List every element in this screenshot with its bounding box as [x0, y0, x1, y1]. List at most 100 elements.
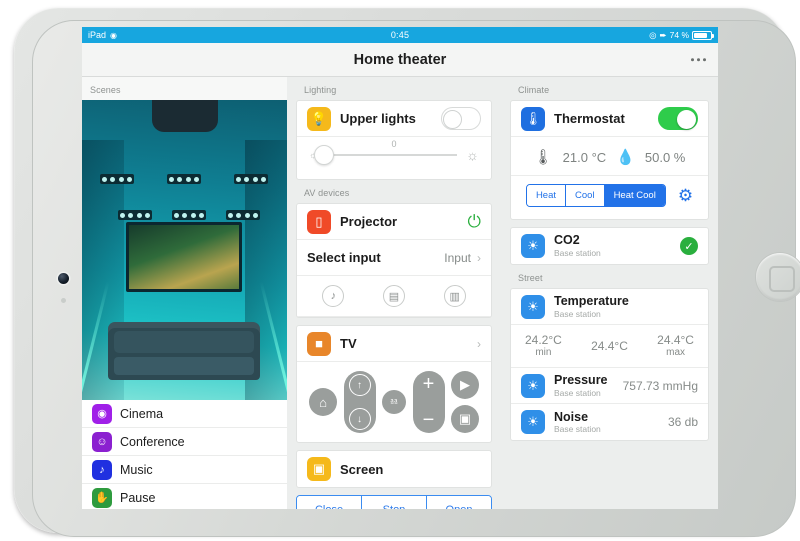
ceiling-light-bar	[226, 210, 260, 220]
street-pressure-label: Pressure	[554, 373, 608, 388]
navigation-bar: Home theater	[82, 43, 718, 77]
ambient-sensor-icon	[61, 298, 66, 303]
music-note-icon[interactable]: ♪	[322, 285, 344, 307]
street-noise-row[interactable]: ☀ Noise Base station 36 db	[511, 404, 708, 440]
volume-pill[interactable]: + −	[413, 371, 445, 433]
temperature-min-value: 24.2°C	[525, 333, 562, 347]
arrow-down-icon[interactable]: ↓	[349, 408, 371, 430]
sensor-icon: ☀	[521, 234, 545, 258]
scene-label: Conference	[120, 435, 185, 449]
sensor-icon: ☀	[521, 295, 545, 319]
film-icon: ◉	[92, 404, 112, 424]
projection-screen-icon: ▣	[307, 457, 331, 481]
climate-mode-segmented-control: Heat Cool Heat Cool	[526, 184, 666, 207]
scenes-section-title: Scenes	[82, 77, 287, 100]
temperature-current-cell: 24.4°C	[591, 339, 628, 353]
brightness-slider-row[interactable]: 0 ☼ ☼	[297, 137, 491, 179]
mode-cool-option[interactable]: Cool	[566, 185, 605, 206]
volume-up-icon[interactable]: +	[423, 374, 435, 394]
ceiling-light-bar	[234, 174, 268, 184]
thermostat-label: Thermostat	[554, 111, 625, 126]
thermostat-toggle[interactable]	[658, 107, 698, 130]
check-icon: ✓	[680, 237, 698, 255]
status-bar-clock: 0:45	[82, 30, 718, 40]
thermostat-row[interactable]: 🌡 Thermostat	[511, 101, 708, 137]
upper-lights-toggle[interactable]	[441, 107, 481, 130]
ceiling-light-bar	[100, 174, 134, 184]
more-options-button[interactable]	[691, 58, 707, 62]
gear-icon[interactable]: ⚙	[678, 187, 693, 204]
status-bar-right: ◎ ➨ 74 %	[649, 30, 712, 41]
select-input-row[interactable]: Select input Input ›	[297, 240, 491, 276]
lighting-card: 💡 Upper lights 0 ☼ ☼	[296, 100, 492, 180]
street-temperature-row[interactable]: ☀ Temperature Base station	[511, 289, 708, 325]
projector-row[interactable]: ▯ Projector ⏻	[297, 204, 491, 240]
content-columns: Scenes ◉ Cinema ☺	[82, 77, 718, 509]
street-pressure-sublabel: Base station	[554, 388, 608, 399]
scene-label: Music	[120, 463, 153, 477]
tv-guide-icon[interactable]: ▣	[451, 405, 479, 433]
home-icon[interactable]: ⌂	[309, 388, 337, 416]
ceiling-light-bar	[172, 210, 206, 220]
projector-power-icon[interactable]: ⏻	[468, 212, 481, 232]
thermometer-icon: 🌡	[534, 148, 553, 166]
screen-stop-button[interactable]: Stop	[362, 496, 427, 509]
street-pressure-value: 757.73 mmHg	[623, 379, 698, 393]
input-source-icons: ♪ ▤ ▥	[297, 276, 491, 317]
screen-open-button[interactable]: Open	[427, 496, 491, 509]
street-noise-value: 36 db	[668, 415, 698, 429]
projection-screen-image	[126, 222, 242, 292]
video-camera-icon[interactable]: ▶	[451, 371, 479, 399]
scene-label: Pause	[120, 491, 155, 505]
climate-street-column: Climate 🌡 Thermostat 🌡 21.0 °C 💧 50.0 %	[501, 77, 718, 509]
co2-label: CO2	[554, 233, 601, 248]
home-button[interactable]	[756, 253, 800, 301]
front-camera-icon	[58, 273, 69, 284]
street-section-title: Street	[510, 265, 709, 288]
upper-lights-row[interactable]: 💡 Upper lights	[297, 101, 491, 137]
volume-down-icon[interactable]: −	[423, 410, 435, 430]
scene-item-pause[interactable]: ✋ Pause	[82, 484, 287, 509]
screen-row[interactable]: ▣ Screen	[297, 451, 491, 487]
scene-label: Cinema	[120, 407, 163, 421]
media-player-icon[interactable]: ▤	[383, 285, 405, 307]
climate-section-title: Climate	[510, 77, 709, 100]
scenes-column: Scenes ◉ Cinema ☺	[82, 77, 287, 509]
tv-row[interactable]: ■ TV ›	[297, 326, 491, 362]
brightness-slider-knob[interactable]	[314, 145, 334, 165]
bulb-icon: 💡	[307, 107, 331, 131]
select-input-value: Input	[444, 251, 471, 265]
co2-row[interactable]: ☀ CO2 Base station ✓	[511, 228, 708, 264]
music-note-icon: ♪	[92, 460, 112, 480]
temperature-max-caption: max	[657, 347, 694, 359]
tv-remote-pad: ⌂ ↑ ↓ ⎂ + − ▶ ▣	[297, 362, 491, 442]
chevron-right-icon: ›	[477, 337, 481, 351]
upper-lights-label: Upper lights	[340, 111, 416, 126]
temperature-value: 21.0 °C	[563, 150, 607, 165]
brightness-slider-track[interactable]	[326, 154, 457, 156]
ceiling-light-bar	[118, 210, 152, 220]
street-pressure-row[interactable]: ☀ Pressure Base station 757.73 mmHg	[511, 368, 708, 404]
sun-large-icon: ☼	[466, 147, 479, 163]
scene-item-conference[interactable]: ☺ Conference	[82, 428, 287, 456]
ipad-screen: iPad ◉ 0:45 ◎ ➨ 74 % Home theater Scenes	[82, 27, 718, 509]
scene-item-music[interactable]: ♪ Music	[82, 456, 287, 484]
street-temperature-values: 24.2°C min 24.4°C 24.4°C max	[511, 325, 708, 368]
scene-item-cinema[interactable]: ◉ Cinema	[82, 400, 287, 428]
sensor-icon: ☀	[521, 374, 545, 398]
satellite-receiver-icon[interactable]: ▥	[444, 285, 466, 307]
temperature-min-caption: min	[525, 347, 562, 359]
mode-heat-cool-option[interactable]: Heat Cool	[605, 185, 665, 206]
tv-card: ■ TV › ⌂ ↑ ↓ ⎂ + −	[296, 325, 492, 443]
lighting-av-column: Lighting 💡 Upper lights 0 ☼ ☼ AV d	[287, 77, 501, 509]
humidity-value: 50.0 %	[645, 150, 685, 165]
arrow-up-icon[interactable]: ↑	[349, 374, 371, 396]
tv-label: TV	[340, 336, 357, 351]
keyboard-icon[interactable]: ⎂	[382, 390, 406, 414]
screen-close-button[interactable]: Close	[297, 496, 362, 509]
temperature-max-value: 24.4°C	[657, 333, 694, 347]
channel-updown-pill[interactable]: ↑ ↓	[344, 371, 376, 433]
screen-label: Screen	[340, 462, 383, 477]
mode-heat-option[interactable]: Heat	[527, 185, 566, 206]
chevron-right-icon: ›	[477, 251, 481, 265]
